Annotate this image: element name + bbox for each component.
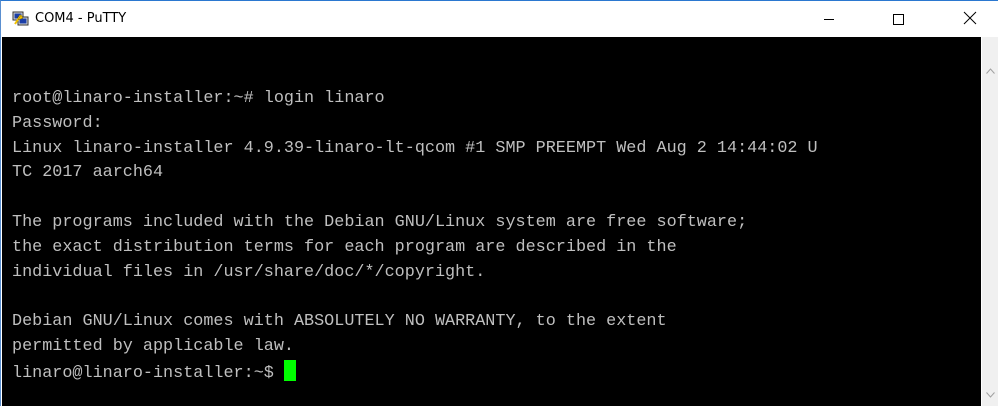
minimize-icon <box>823 10 835 29</box>
terminal-line: permitted by applicable law. <box>12 336 294 356</box>
scroll-down-arrow-icon <box>986 385 995 403</box>
terminal-area[interactable]: root@linaro-installer:~# login linaro Pas… <box>2 37 981 406</box>
close-button[interactable] <box>947 1 993 37</box>
putty-icon[interactable] <box>12 11 30 27</box>
shell-prompt: linaro@linaro-installer:~$ <box>12 363 284 383</box>
terminal-line: TC 2017 aarch64 <box>12 163 164 183</box>
terminal-line: Linux linaro-installer 4.9.39-linaro-lt-… <box>12 138 818 158</box>
putty-window: COM4 - PuTTY root@linaro-installer:~# lo… <box>0 0 998 406</box>
title-bar[interactable]: COM4 - PuTTY <box>1 1 998 37</box>
terminal-output: root@linaro-installer:~# login linaro Pas… <box>12 87 818 385</box>
scroll-up-arrow-icon <box>986 61 995 79</box>
scroll-down-button[interactable] <box>982 385 998 402</box>
maximize-icon <box>892 10 904 29</box>
vertical-scrollbar[interactable] <box>982 37 998 406</box>
prompt-line: linaro@linaro-installer:~$ <box>12 359 818 385</box>
terminal-line: Debian GNU/Linux comes with ABSOLUTELY N… <box>12 312 667 332</box>
minimize-button[interactable] <box>806 1 852 37</box>
maximize-button[interactable] <box>875 1 921 37</box>
terminal-cursor <box>283 359 296 381</box>
terminal-line: The programs included with the Debian GN… <box>12 212 748 232</box>
terminal-line: individual files in /usr/share/doc/*/cop… <box>12 262 486 282</box>
terminal-line: root@linaro-installer:~# login linaro <box>12 89 385 108</box>
scroll-up-button[interactable] <box>982 61 998 78</box>
terminal-line: Password: <box>12 113 103 133</box>
window-title: COM4 - PuTTY <box>35 11 127 26</box>
terminal-line: the exact distribution terms for each pr… <box>12 237 677 257</box>
close-icon <box>963 10 977 29</box>
